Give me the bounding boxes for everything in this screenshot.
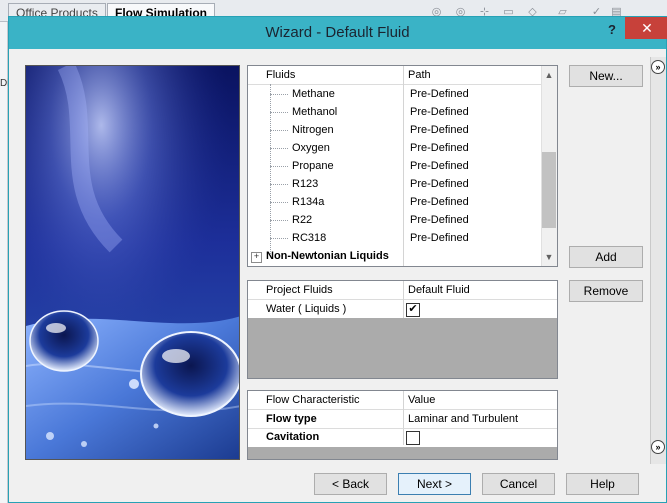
fluid-path: Pre-Defined [410,196,469,208]
remove-button[interactable]: Remove [569,280,643,302]
dialog-help-icon[interactable]: ? [605,21,619,39]
project-fluid-name[interactable]: Water ( Liquids ) [266,300,346,318]
column-header-flow-characteristic[interactable]: Flow Characteristic [266,391,360,409]
scroll-down-icon[interactable]: ▼ [541,250,557,264]
flow-characteristic-table: Flow Characteristic Value Flow type Lami… [247,390,558,460]
tree-branch [270,166,288,167]
fluids-table: Fluids Path Methane Pre-Defined Methanol… [247,65,558,267]
fluid-path: Pre-Defined [410,142,469,154]
expand-panel-icon[interactable]: » [651,60,665,74]
water-droplet-image [26,66,239,459]
dialog-close-button[interactable]: ✕ [625,17,667,39]
fluid-path: Pre-Defined [410,178,469,190]
flow-table-empty-area [248,447,557,459]
fluid-name[interactable]: Propane [292,157,334,175]
fluid-name[interactable]: R22 [292,211,312,229]
expand-group-icon[interactable]: + [251,252,262,263]
fluid-name[interactable]: Oxygen [292,139,330,157]
tree-branch [270,112,288,113]
fluid-name[interactable]: Nitrogen [292,121,334,139]
wizard-image [25,65,240,460]
column-header-default-fluid[interactable]: Default Fluid [408,281,470,299]
add-button[interactable]: Add [569,246,643,268]
column-header-fluids[interactable]: Fluids [266,66,295,84]
tree-branch [270,184,288,185]
project-table-empty-area [248,318,557,378]
side-panel-strip [650,57,666,464]
next-button[interactable]: Next > [398,473,471,495]
flow-type-label: Flow type [266,413,317,425]
fluid-path: Pre-Defined [410,160,469,172]
fluid-path: Pre-Defined [410,232,469,244]
fluid-name[interactable]: Methane [292,85,335,103]
cancel-button[interactable]: Cancel [482,473,555,495]
column-header-project-fluids[interactable]: Project Fluids [266,281,333,299]
tree-branch [270,220,288,221]
cavitation-checkbox[interactable] [406,431,420,445]
column-header-value[interactable]: Value [408,391,435,409]
column-divider [403,281,404,318]
new-button[interactable]: New... [569,65,643,87]
dialog-title: Wizard - Default Fluid [265,24,410,41]
fluid-path: Pre-Defined [410,124,469,136]
fluid-name[interactable]: RC318 [292,229,326,247]
flow-type-value[interactable]: Laminar and Turbulent [408,410,518,428]
default-fluid-checkbox[interactable]: ✔ [406,303,420,317]
scrollbar-thumb[interactable] [542,152,556,228]
help-button[interactable]: Help [566,473,639,495]
background-left-pane [0,22,8,503]
wizard-dialog: Wizard - Default Fluid ? ✕ Fluids Path M… [8,16,667,503]
tree-branch [270,148,288,149]
tree-branch [270,202,288,203]
fluid-name[interactable]: R123 [292,175,318,193]
tree-branch [270,238,288,239]
tree-connector [270,84,271,256]
fluid-name[interactable]: Methanol [292,103,337,121]
back-button[interactable]: < Back [314,473,387,495]
expand-panel-bottom-icon[interactable]: » [651,440,665,454]
tree-branch [270,94,288,95]
fluid-path: Pre-Defined [410,214,469,226]
fluid-name[interactable]: R134a [292,193,324,211]
scroll-up-icon[interactable]: ▲ [541,68,557,82]
fluid-path: Pre-Defined [410,106,469,118]
column-divider [403,391,404,445]
fluid-group-non-newtonian[interactable]: Non-Newtonian Liquids [266,247,389,265]
cavitation-label: Cavitation [266,431,320,443]
column-divider [403,66,404,266]
project-fluids-table: Project Fluids Default Fluid Water ( Liq… [247,280,558,379]
tree-branch [270,130,288,131]
column-header-path[interactable]: Path [408,66,431,84]
fluid-path: Pre-Defined [410,88,469,100]
